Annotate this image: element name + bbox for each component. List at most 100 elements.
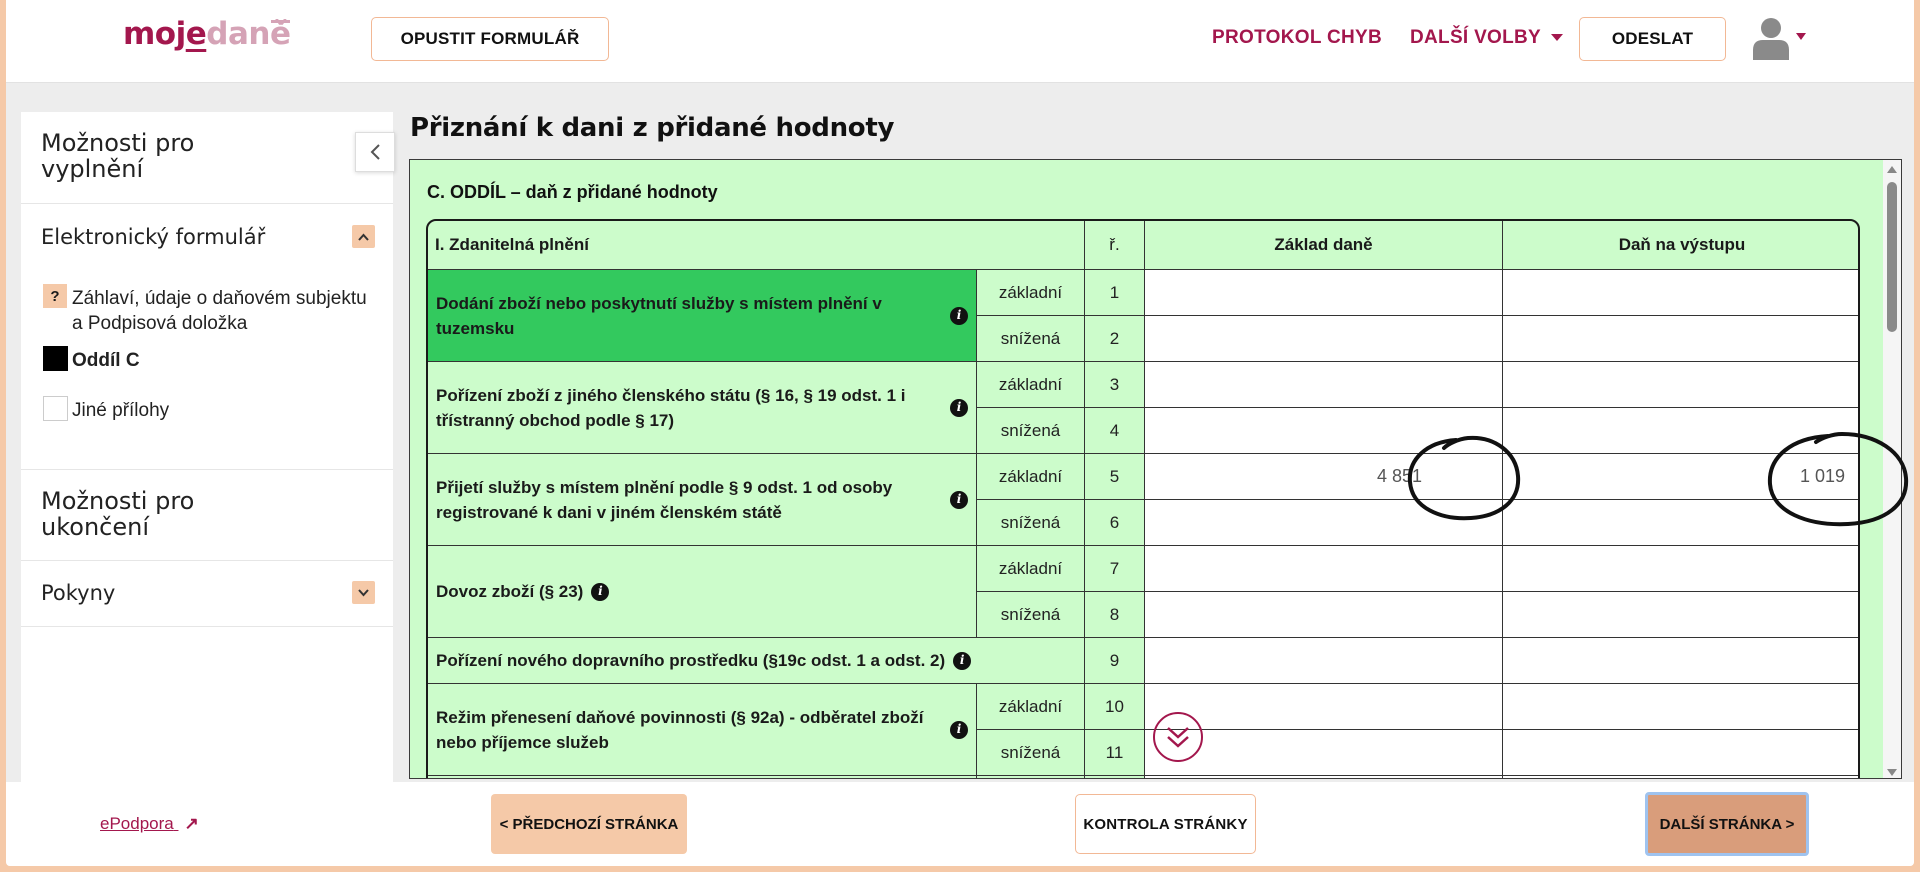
more-options-menu[interactable]: DALŠÍ VOLBY — [1410, 27, 1564, 49]
check-page-button[interactable]: KONTROLA STRÁNKY — [1075, 794, 1256, 854]
chevron-up-icon — [358, 233, 369, 241]
sidebar-item-header-data[interactable]: Záhlaví, údaje o daňovém subjektu a Podp… — [72, 286, 372, 336]
bottom-footer: ePodpora ↗ < PŘEDCHOZÍ STRÁNKA KONTROLA … — [6, 782, 1914, 866]
group-label: Dodání zboží nebo poskytnutí služby s mí… — [436, 293, 882, 338]
send-button[interactable]: ODESLAT — [1579, 17, 1726, 61]
next-page-button[interactable]: DALŠÍ STRÁNKA > — [1645, 792, 1809, 856]
chevron-down-icon — [1551, 34, 1564, 42]
instructions-title[interactable]: Pokyny — [41, 580, 115, 606]
electronic-form-title[interactable]: Elektronický formulář — [41, 224, 265, 250]
instructions-section: Pokyny — [21, 561, 393, 627]
info-icon[interactable]: i — [950, 398, 968, 417]
annotation-circle-base — [1407, 435, 1521, 521]
base-input[interactable] — [1145, 776, 1503, 778]
electronic-form-section: Elektronický formulář ? Záhlaví, údaje o… — [21, 204, 393, 470]
rate-label: základní — [977, 454, 1085, 500]
active-marker-icon — [43, 346, 68, 371]
leave-form-button[interactable]: OPUSTIT FORMULÁŘ — [371, 17, 609, 61]
table-row: Pořízení zboží z jiného členského státu … — [428, 362, 977, 454]
table-header-row-no: ř. — [1085, 221, 1145, 270]
warning-marker-icon: ? — [43, 284, 67, 308]
row-number: 10 — [1085, 684, 1145, 730]
support-link[interactable]: ePodpora ↗ — [100, 814, 199, 834]
row-number: 2 — [1085, 316, 1145, 362]
rate-label: snížená — [977, 500, 1085, 546]
tax-input[interactable] — [1503, 776, 1858, 778]
tax-input[interactable] — [1503, 546, 1858, 592]
table-row: Dodání zboží nebo poskytnutí služby s mí… — [428, 270, 977, 362]
page-title: Přiznání k dani z přidané hodnoty — [410, 113, 895, 143]
moje-dane-logo[interactable]: mojedaně — [123, 16, 291, 52]
info-icon[interactable]: i — [953, 651, 972, 670]
group-label: Dovoz zboží (§ 23) — [436, 582, 584, 601]
more-options-label: DALŠÍ VOLBY — [1410, 27, 1542, 48]
group-label: Pořízení nového dopravního prostředku (§… — [436, 651, 946, 670]
external-link-icon: ↗ — [184, 814, 199, 833]
rate-label: základní — [977, 270, 1085, 316]
row-number: 7 — [1085, 546, 1145, 592]
group-label: Přijetí služby s místem plnění podle § 9… — [436, 477, 893, 522]
rate-label: snížená — [977, 316, 1085, 362]
base-input[interactable] — [1145, 638, 1503, 684]
scroll-up-icon[interactable] — [1887, 166, 1897, 173]
base-input[interactable] — [1145, 362, 1503, 408]
table-row: Přijetí služby s místem plnění podle § 9… — [428, 454, 977, 546]
tax-input[interactable] — [1503, 638, 1858, 684]
row-number: 1 — [1085, 270, 1145, 316]
support-link-label: ePodpora — [100, 814, 174, 833]
user-menu[interactable] — [1753, 16, 1809, 60]
base-input[interactable] — [1145, 546, 1503, 592]
logo-accent-bar — [271, 20, 290, 23]
collapse-sidebar-button[interactable] — [355, 132, 395, 172]
row-number: 6 — [1085, 500, 1145, 546]
group-label: Pořízení zboží z jiného členského státu … — [436, 385, 906, 430]
sidebar-item-section-c[interactable]: Oddíl C — [72, 348, 140, 373]
base-input[interactable] — [1145, 270, 1503, 316]
tax-input[interactable] — [1503, 270, 1858, 316]
fill-options-section: Možnosti pro vyplnění — [21, 112, 393, 204]
info-icon[interactable]: i — [591, 582, 610, 601]
row-number: 5 — [1085, 454, 1145, 500]
info-icon[interactable]: i — [950, 490, 968, 509]
info-icon[interactable]: i — [950, 720, 968, 739]
base-input[interactable] — [1145, 592, 1503, 638]
expand-section-button[interactable] — [352, 581, 375, 604]
rate-label: snížená — [977, 730, 1085, 776]
form-panel: C. ODDÍL – daň z přidané hodnoty I. Zdan… — [409, 159, 1902, 779]
row-number: 4 — [1085, 408, 1145, 454]
scroll-page-down-button[interactable] — [1153, 712, 1203, 762]
app-frame: mojedaně OPUSTIT FORMULÁŘ PROTOKOL CHYB … — [6, 0, 1914, 866]
rate-label: snížená — [977, 408, 1085, 454]
table-header-group: I. Zdanitelná plnění — [428, 221, 1085, 270]
tax-input[interactable] — [1503, 592, 1858, 638]
rate-label: základní — [977, 684, 1085, 730]
tax-input[interactable] — [1503, 684, 1858, 730]
fill-options-title: Možnosti pro vyplnění — [41, 129, 195, 183]
annotation-circle-tax — [1767, 431, 1909, 527]
tax-input[interactable] — [1503, 316, 1858, 362]
row-number: 8 — [1085, 592, 1145, 638]
tax-input[interactable] — [1503, 362, 1858, 408]
scroll-down-icon[interactable] — [1887, 769, 1897, 776]
tax-input[interactable] — [1503, 730, 1858, 776]
rate-label: snížená — [977, 592, 1085, 638]
table-row: Režim přenesení daňové povinnosti (§ 92a… — [428, 684, 977, 776]
sidebar-item-other-attachments[interactable]: Jiné přílohy — [72, 398, 169, 423]
previous-page-button[interactable]: < PŘEDCHOZÍ STRÁNKA — [491, 794, 687, 854]
finish-options-section: Možnosti pro ukončení — [21, 470, 393, 561]
scrollbar-thumb[interactable] — [1887, 182, 1897, 332]
collapse-section-button[interactable] — [352, 225, 375, 248]
row-number: 11 — [1085, 730, 1145, 776]
info-icon[interactable]: i — [950, 306, 968, 325]
sidebar: Možnosti pro vyplnění Elektronický formu… — [21, 112, 393, 782]
table-header-tax: Daň na výstupu — [1503, 221, 1858, 270]
chevron-left-icon — [370, 144, 380, 160]
error-log-link[interactable]: PROTOKOL CHYB — [1212, 27, 1382, 49]
table-row — [428, 776, 977, 778]
finish-options-title: Možnosti pro ukončení — [41, 487, 195, 541]
section-title: C. ODDÍL – daň z přidané hodnoty — [427, 182, 718, 202]
base-input[interactable] — [1145, 316, 1503, 362]
empty-marker-icon — [43, 396, 68, 421]
row-number: 3 — [1085, 362, 1145, 408]
chevron-down-icon — [358, 588, 369, 596]
